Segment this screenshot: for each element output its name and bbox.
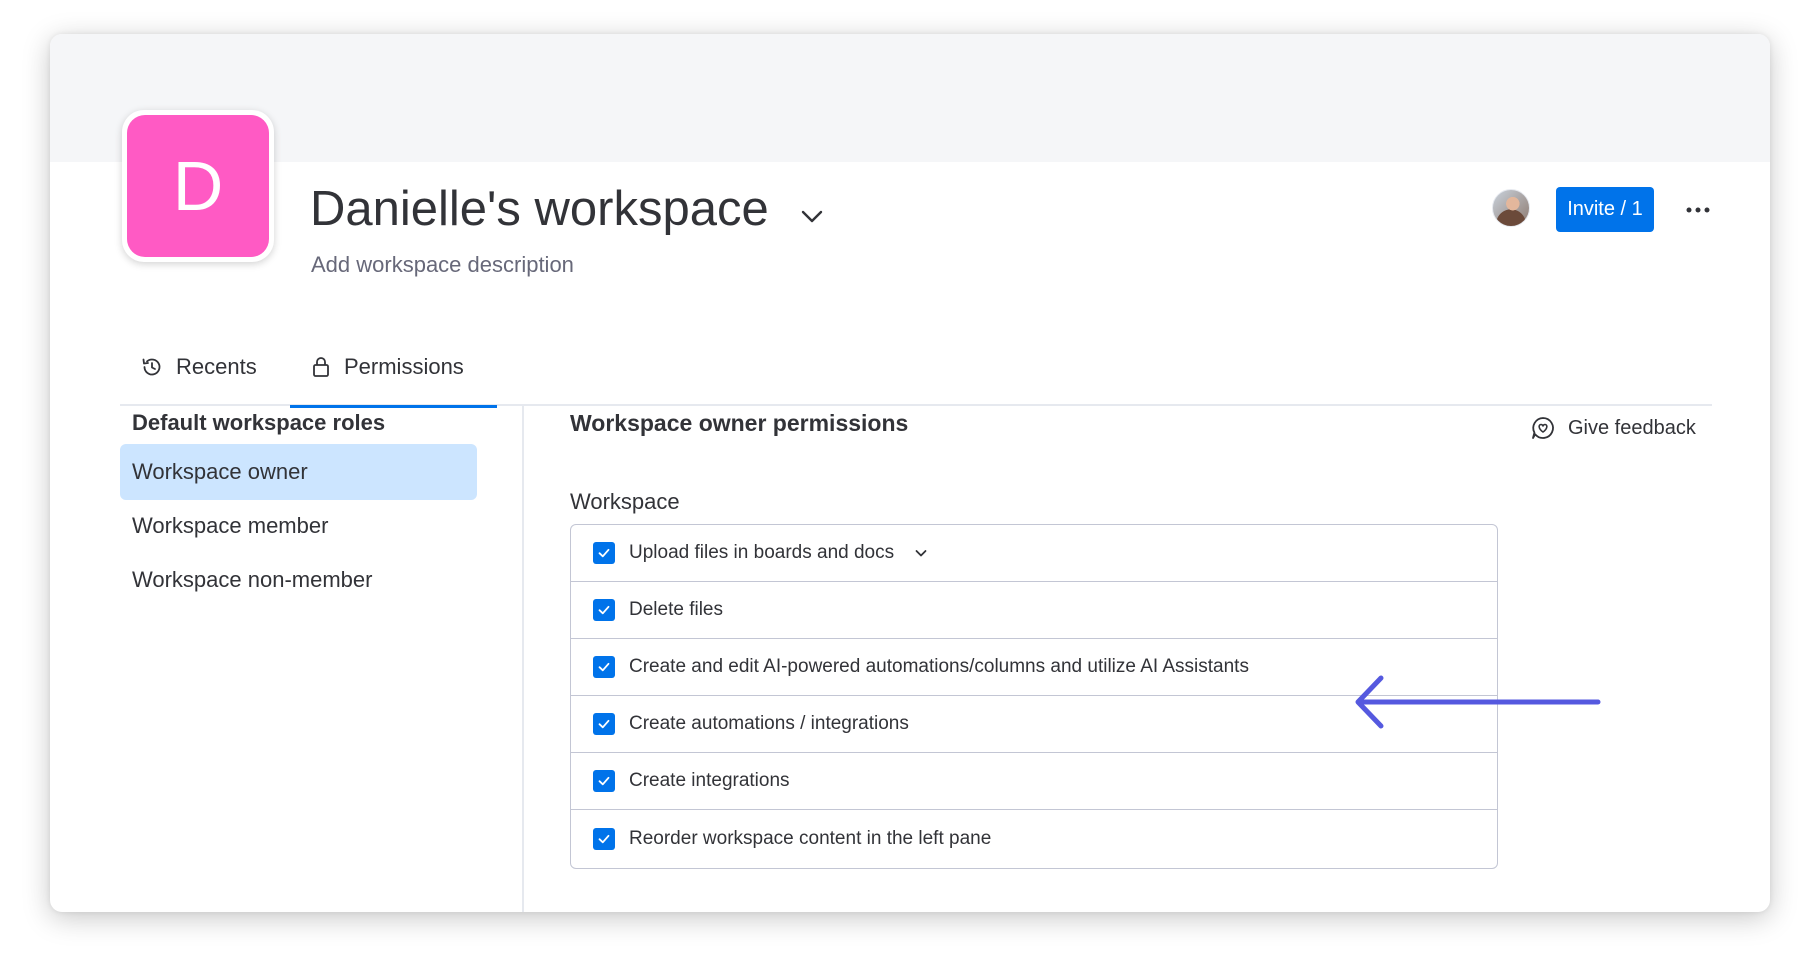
give-feedback-label: Give feedback <box>1568 416 1696 439</box>
ellipsis-icon[interactable] <box>1682 196 1714 224</box>
permission-label: Create automations / integrations <box>629 713 909 734</box>
chevron-down-icon[interactable] <box>912 544 930 562</box>
workspace-initial: D <box>127 115 269 257</box>
member-avatar[interactable] <box>1492 189 1530 227</box>
workspace-banner <box>50 34 1770 162</box>
checkbox[interactable] <box>593 827 615 850</box>
permission-label: Create and edit AI-powered automations/c… <box>629 656 1249 677</box>
workspace-description-input[interactable]: Add workspace description <box>311 252 574 278</box>
chevron-down-icon[interactable] <box>798 202 826 230</box>
active-tab-indicator <box>290 405 497 408</box>
role-label: Workspace owner <box>132 459 308 484</box>
tab-permissions[interactable]: Permissions <box>290 328 497 408</box>
give-feedback-button[interactable]: Give feedback <box>1530 415 1696 441</box>
feedback-icon <box>1532 417 1554 439</box>
checkbox[interactable] <box>593 713 615 735</box>
checkbox[interactable] <box>593 542 615 564</box>
permission-label: Reorder workspace content in the left pa… <box>629 827 992 849</box>
role-workspace-owner[interactable]: Workspace owner <box>120 444 477 500</box>
permission-row: Delete files <box>571 582 1497 639</box>
tab-recents[interactable]: Recents <box>120 328 290 406</box>
check-icon <box>598 834 610 843</box>
tab-permissions-label: Permissions <box>344 354 464 379</box>
arrow-left-icon <box>1355 675 1601 729</box>
check-icon <box>598 662 610 672</box>
workspace-card: D Danielle's workspace Add workspace des… <box>50 34 1770 912</box>
permission-row: Reorder workspace content in the left pa… <box>571 810 1497 867</box>
checkbox[interactable] <box>593 599 615 621</box>
permission-row: Create integrations <box>571 753 1497 810</box>
permission-label: Upload files in boards and docs <box>629 542 895 563</box>
check-icon <box>598 719 610 729</box>
tab-recents-label: Recents <box>176 354 257 379</box>
permission-label: Delete files <box>629 599 723 620</box>
checkbox[interactable] <box>593 656 615 678</box>
check-icon <box>598 605 610 615</box>
permission-label: Create integrations <box>629 770 790 791</box>
checkbox[interactable] <box>593 770 615 792</box>
permission-row: Upload files in boards and docs <box>571 525 1497 582</box>
workspace-avatar[interactable]: D <box>122 110 274 262</box>
role-label: Workspace non-member <box>132 567 373 592</box>
workspace-tabs: Recents Permissions <box>120 328 1712 408</box>
pane-divider <box>522 406 524 912</box>
role-workspace-non-member[interactable]: Workspace non-member <box>120 552 477 608</box>
check-icon <box>598 548 610 558</box>
workspace-title[interactable]: Danielle's workspace <box>310 181 769 237</box>
permissions-heading: Workspace owner permissions <box>570 410 909 436</box>
roles-heading: Default workspace roles <box>132 410 386 435</box>
lock-icon <box>313 357 329 377</box>
role-workspace-member[interactable]: Workspace member <box>120 498 477 554</box>
invite-button[interactable]: Invite / 1 <box>1556 187 1654 232</box>
section-label-workspace: Workspace <box>570 489 680 514</box>
check-icon <box>598 776 610 786</box>
role-label: Workspace member <box>132 513 329 538</box>
history-icon <box>142 358 161 376</box>
